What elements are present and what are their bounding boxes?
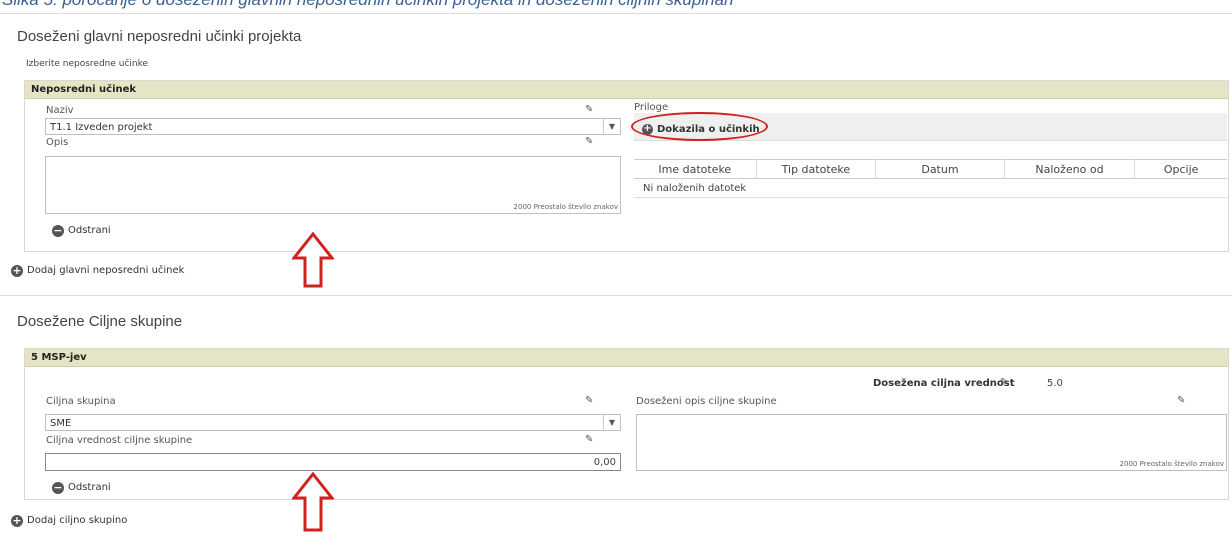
minus-circle-icon: − xyxy=(52,480,64,494)
achieved-value: 5.0 xyxy=(1047,378,1063,389)
col-header[interactable]: Opcije xyxy=(1134,159,1227,179)
panel-header: 5 MSP-jev xyxy=(25,349,1228,367)
remove-label: Odstrani xyxy=(68,482,111,493)
minus-circle-icon: − xyxy=(52,223,64,237)
cilj-value: SME xyxy=(50,418,72,429)
up-arrow-icon xyxy=(292,472,334,532)
remove-button[interactable]: − Odstrani xyxy=(52,220,111,239)
target-value-input[interactable]: 0,00 xyxy=(45,453,621,471)
section-title: Dosežene Ciljne skupine xyxy=(17,313,183,330)
up-arrow-icon xyxy=(292,232,334,288)
section-title: Doseženi glavni neposredni učinki projek… xyxy=(17,28,302,45)
plus-circle-icon: + xyxy=(11,263,23,277)
chevron-down-icon[interactable]: ▼ xyxy=(603,119,620,134)
section-target-groups: Dosežene Ciljne skupine 5 MSP-jev Doseže… xyxy=(0,295,1232,538)
priloge-label: Priloge xyxy=(634,102,669,113)
naziv-label: Naziv xyxy=(46,105,74,116)
naziv-select[interactable]: T1.1 Izveden projekt ▼ xyxy=(45,118,621,135)
col-header[interactable]: Naloženo od xyxy=(1004,159,1136,179)
opis-textarea[interactable]: 2000 Preostalo število znakov xyxy=(45,156,621,214)
figure-caption: Slika 5: poročanje o doseženih glavnih n… xyxy=(2,0,733,10)
achieved-value-label: Dosežena ciljna vrednost xyxy=(873,378,1015,389)
output-panel: Neposredni učinek Naziv ✎ T1.1 Izveden p… xyxy=(24,80,1229,252)
add-main-label: Dodaj glavni neposredni učinek xyxy=(27,265,185,276)
pencil-icon[interactable]: ✎ xyxy=(585,434,593,445)
table-empty-text: Ni naloženih datotek xyxy=(643,183,747,194)
opis-label: Opis xyxy=(46,137,69,148)
chevron-down-icon[interactable]: ▼ xyxy=(603,415,620,430)
pencil-icon[interactable]: ✎ xyxy=(585,136,593,147)
pencil-icon[interactable]: ✎ xyxy=(585,395,593,406)
desc-label: Doseženi opis ciljne skupine xyxy=(636,396,777,407)
opis-counter: 2000 Preostalo število znakov xyxy=(513,203,618,211)
annotation-oval xyxy=(631,112,768,141)
col-header[interactable]: Tip datoteke xyxy=(756,159,877,179)
table-divider xyxy=(634,197,1227,198)
remove-button[interactable]: − Odstrani xyxy=(52,477,111,496)
target-value-label: Ciljna vrednost ciljne skupine xyxy=(46,435,193,446)
section-main-outputs: Doseženi glavni neposredni učinki projek… xyxy=(0,13,1232,296)
attachments-table: Ime datoteke Tip datoteke Datum Naloženo… xyxy=(634,159,1227,179)
col-header[interactable]: Datum xyxy=(875,159,1005,179)
panel-header: Neposredni učinek xyxy=(25,81,1228,99)
add-target-group-button[interactable]: + Dodaj ciljno skupino xyxy=(11,510,127,529)
col-header[interactable]: Ime datoteke xyxy=(634,159,757,179)
add-target-label: Dodaj ciljno skupino xyxy=(27,515,128,526)
section-subtitle: Izberite neposredne učinke xyxy=(26,59,149,69)
pencil-icon[interactable]: ✎ xyxy=(1000,377,1008,388)
target-value: 0,00 xyxy=(593,457,616,468)
plus-circle-icon: + xyxy=(11,513,23,527)
cilj-label: Ciljna skupina xyxy=(46,396,116,407)
target-group-panel: 5 MSP-jev Dosežena ciljna vrednost ✎ 5.0… xyxy=(24,348,1229,500)
cilj-select[interactable]: SME ▼ xyxy=(45,414,621,431)
naziv-value: T1.1 Izveden projekt xyxy=(50,122,153,133)
remove-label: Odstrani xyxy=(68,225,111,236)
pencil-icon[interactable]: ✎ xyxy=(1177,395,1185,406)
desc-textarea[interactable]: 2000 Preostalo število znakov xyxy=(636,414,1227,471)
add-main-output-button[interactable]: + Dodaj glavni neposredni učinek xyxy=(11,260,184,279)
pencil-icon[interactable]: ✎ xyxy=(585,104,593,115)
desc-counter: 2000 Preostalo število znakov xyxy=(1119,460,1224,468)
